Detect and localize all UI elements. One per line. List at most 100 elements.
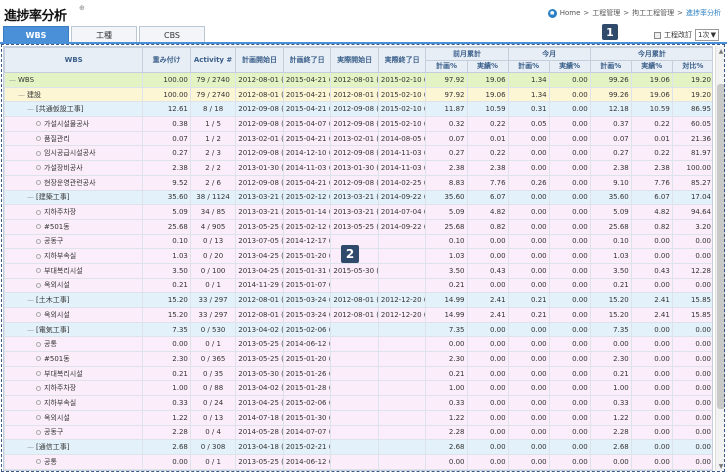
table-row[interactable]: — [共通仮設工事] 12.61 8 / 18 2012-09-08 (2015-04-… (4, 101, 712, 118)
breadcrumb-schedule[interactable]: 工程管理 (592, 8, 620, 18)
weight-cell: 2.30 (142, 351, 191, 367)
col-plan-end[interactable]: 計画終了日 (282, 47, 332, 73)
weight-cell: 0.00 (142, 336, 191, 353)
wbs-cell[interactable]: 현장운영관련공사 (4, 174, 144, 191)
table-row[interactable]: 부대복리시설 3.50 0 / 100 2013-04-25 (2015-01-31 … (4, 262, 712, 279)
actual-start-cell: 2012-08-01 ( (330, 307, 379, 323)
wbs-cell[interactable]: #501동 (4, 218, 144, 235)
table-row[interactable]: — 建設 100.00 79 / 2740 2012-08-01 (2015-04-21… (4, 86, 712, 103)
vertical-scrollbar[interactable]: ▲ ▼ (715, 46, 725, 471)
wbs-cell[interactable]: 공통 (4, 453, 144, 470)
col-prev-actual[interactable]: 実績% (466, 59, 509, 73)
table-row[interactable]: 공동구 2.28 0 / 4 2014-05-28 (2014-07-07 (2.28… (4, 424, 712, 441)
wbs-cell[interactable]: #501동 (4, 351, 144, 367)
wbs-cell[interactable]: 공동구 (4, 424, 144, 441)
wbs-cell[interactable]: — [通信工事] (4, 439, 144, 455)
table-row[interactable]: 가설시설물공사 0.38 1 / 5 2012-09-08 (2015-04-07 (… (4, 116, 712, 132)
table-row[interactable]: 지하주차장 5.09 34 / 85 2013-03-21 (2015-01-14 (… (4, 204, 712, 220)
table-row[interactable]: 옥외시설 0.21 0 / 1 2014-11-29 (2015-01-07 (0.2… (4, 277, 712, 294)
wbs-cell[interactable]: 부대복리시설 (4, 262, 144, 279)
table-row[interactable]: 부대복리시설 0.21 0 / 35 2013-05-30 (2015-01-26 (… (4, 365, 712, 382)
col-actual-start[interactable]: 実際開始日 (330, 47, 379, 73)
breadcrumb-home[interactable]: Home (560, 9, 581, 17)
scroll-thumb[interactable] (717, 84, 725, 409)
table-row[interactable]: 옥외시설 1.22 0 / 13 2014-07-18 (2015-01-30 (1.… (4, 409, 712, 426)
col-prev-plan[interactable]: 計画% (425, 59, 468, 73)
table-row[interactable]: — WBS 100.00 79 / 2740 2012-08-01 (2015-04-2… (4, 72, 712, 88)
tree-collapse-icon[interactable]: — (27, 443, 34, 451)
cum-plan-cell: 9.10 (589, 174, 632, 191)
leaf-node-icon (36, 121, 41, 127)
col-wbs[interactable]: WBS (4, 47, 144, 73)
plan-end-cell: 2015-03-24 ( (282, 307, 332, 323)
table-row[interactable]: 가설장비공사 2.38 2 / 2 2013-01-30 (2014-11-03 (2… (4, 160, 712, 176)
cum-actual-cell: 2.38 (630, 160, 673, 176)
wbs-cell[interactable]: 가설시설물공사 (4, 116, 144, 132)
wbs-cell[interactable]: — [共通仮設工事] (4, 101, 144, 118)
table-row[interactable]: #501동 2.30 0 / 365 2013-05-25 (2015-01-20 (… (4, 351, 712, 367)
wbs-cell[interactable]: 지하부속실 (4, 248, 144, 264)
table-row[interactable]: 지하부속실 0.33 0 / 24 2013-04-25 (2015-02-06 (0… (4, 395, 712, 411)
month-actual-cell: 0.00 (548, 174, 591, 191)
table-row[interactable]: — [建築工事] 35.60 38 / 1124 2013-03-21 (2015-02… (4, 189, 712, 206)
wbs-cell[interactable]: — [土木工事] (4, 292, 144, 308)
wbs-label: 부대복리시설 (44, 266, 83, 275)
tree-collapse-icon[interactable]: — (27, 105, 34, 113)
tab-cbs[interactable]: CBS (139, 26, 205, 43)
table-row[interactable]: — [電気工事] 7.35 0 / 530 2013-04-02 (2015-02-06… (4, 321, 712, 338)
wbs-cell[interactable]: 임시공급시설공사 (4, 145, 144, 162)
info-icon[interactable]: ⊕ (79, 4, 85, 12)
col-plan-start[interactable]: 計画開始日 (235, 47, 284, 73)
wbs-cell[interactable]: 품질관리 (4, 130, 144, 147)
tree-collapse-icon[interactable]: — (18, 91, 25, 99)
table-row[interactable]: 공통 0.00 0 / 1 2013-05-25 (2014-06-12 (0.00 0… (4, 453, 712, 470)
cum-ratio-cell: 60.05 (671, 116, 712, 132)
tab-work-type[interactable]: 工種 (71, 26, 137, 43)
table-row[interactable]: 임시공급시설공사 0.27 2 / 3 2012-09-08 (2014-12-10 … (4, 145, 712, 162)
tree-collapse-icon[interactable]: — (27, 326, 34, 334)
wbs-cell[interactable]: 부대복리시설 (4, 365, 144, 382)
month-actual-cell: 0.00 (548, 351, 591, 367)
wbs-cell[interactable]: — [建築工事] (4, 189, 144, 206)
col-actual-end[interactable]: 実際終了日 (377, 47, 427, 73)
wbs-cell[interactable]: 지하주차장 (4, 204, 144, 220)
table-row[interactable]: 옥외시설 15.20 33 / 297 2012-08-01 (2015-03-24 … (4, 307, 712, 323)
wbs-cell[interactable]: 지하부속실 (4, 395, 144, 411)
wbs-cell[interactable]: 옥외시설 (4, 277, 144, 294)
plan-start-cell: 2013-05-30 ( (235, 365, 284, 382)
scroll-up-icon[interactable]: ▲ (716, 46, 726, 56)
home-icon[interactable] (547, 8, 557, 18)
wbs-cell[interactable]: 지하주차장 (4, 380, 144, 397)
table-row[interactable]: 지하주차장 1.00 0 / 88 2013-04-02 (2015-01-28 (1… (4, 380, 712, 397)
col-cum-plan[interactable]: 計画% (589, 59, 632, 73)
col-month-actual[interactable]: 実績% (548, 59, 591, 73)
table-row[interactable]: 공통 0.00 0 / 1 2013-05-25 (2014-06-12 (0.00 0… (4, 336, 712, 353)
col-weight[interactable]: 重み付け (142, 47, 191, 73)
wbs-cell[interactable]: 공통 (4, 336, 144, 353)
wbs-cell[interactable]: 옥외시설 (4, 409, 144, 426)
wbs-cell[interactable]: 공동구 (4, 233, 144, 250)
actual-end-cell: 2012-12-20 ( (377, 307, 427, 323)
col-cum-actual[interactable]: 実績% (630, 59, 673, 73)
table-row[interactable]: — [土木工事] 15.20 33 / 297 2012-08-01 (2015-03-… (4, 292, 712, 308)
wbs-cell[interactable]: — 建設 (4, 86, 144, 103)
tree-collapse-icon[interactable]: — (9, 76, 16, 84)
tab-wbs[interactable]: WBS (3, 26, 69, 43)
wbs-cell[interactable]: 옥외시설 (4, 307, 144, 323)
table-row[interactable]: #501동 25.68 4 / 905 2013-05-25 (2015-02-12 … (4, 218, 712, 235)
wbs-cell[interactable]: 가설장비공사 (4, 160, 144, 176)
table-row[interactable]: 현장운영관련공사 9.52 2 / 6 2012-09-08 (2015-04-21 … (4, 174, 712, 191)
col-cum-ratio[interactable]: 対比% (671, 59, 712, 73)
table-row[interactable]: 품질관리 0.07 1 / 2 2013-02-01 (2015-04-21 (201… (4, 130, 712, 147)
table-row[interactable]: — [通信工事] 2.68 0 / 308 2013-04-18 (2015-02-21… (4, 439, 712, 455)
wbs-cell[interactable]: — [電気工事] (4, 321, 144, 338)
col-month-plan[interactable]: 計画% (507, 59, 550, 73)
activity-cell: 79 / 2740 (189, 72, 237, 88)
revision-select[interactable]: 1次 ▼ (695, 29, 719, 41)
tree-collapse-icon[interactable]: — (27, 296, 34, 304)
breadcrumb-construction-schedule[interactable]: 拘工工程管理 (632, 8, 674, 18)
wbs-cell[interactable]: — WBS (4, 72, 144, 88)
tree-collapse-icon[interactable]: — (27, 193, 34, 201)
scroll-down-icon[interactable]: ▼ (716, 461, 726, 471)
col-activity[interactable]: Activity # (189, 47, 237, 73)
